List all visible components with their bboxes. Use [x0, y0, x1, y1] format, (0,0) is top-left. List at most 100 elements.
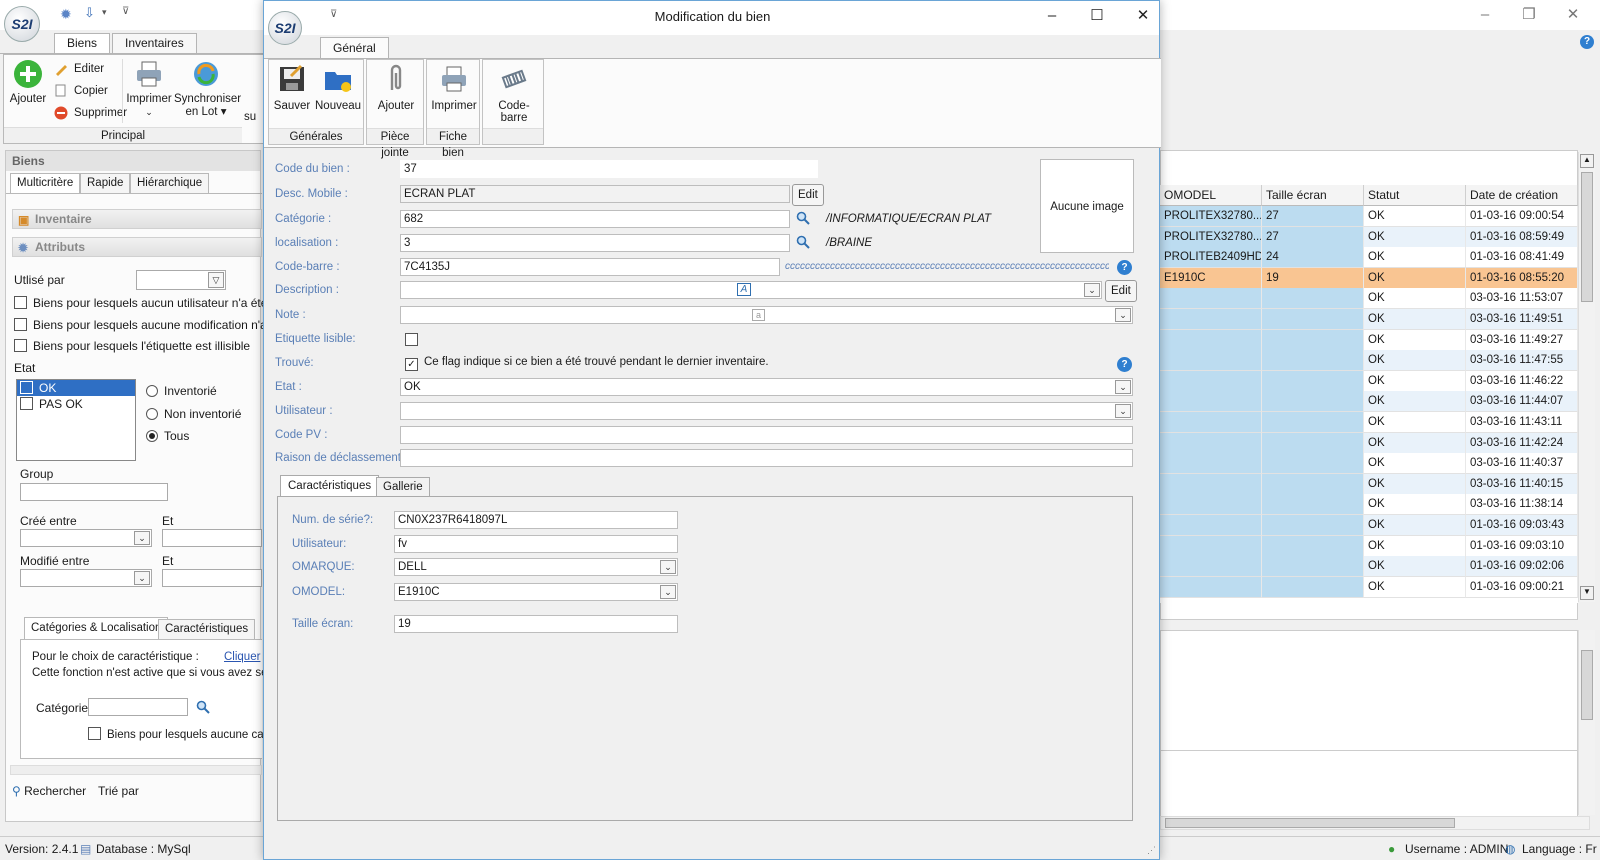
radio-inventorie[interactable]: Inventorié — [146, 384, 217, 398]
tab-caracteristiques[interactable]: Caractéristiques — [280, 475, 380, 497]
tab-biens[interactable]: Biens — [54, 33, 111, 53]
main-close-icon[interactable]: ✕ — [1558, 4, 1588, 26]
trouve-help-icon[interactable]: ? — [1117, 357, 1132, 372]
code-barre-field[interactable]: 7C4135J — [400, 258, 780, 276]
categorie-search-icon[interactable] — [796, 211, 810, 225]
app-logo[interactable]: S2I — [4, 6, 40, 42]
tab-gallerie[interactable]: Gallerie — [376, 477, 430, 497]
serie-field[interactable]: CN0X237R6418097L — [394, 511, 678, 529]
cliquer-link[interactable]: Cliquer — [224, 651, 260, 663]
note-field[interactable]: a ⌄ — [400, 306, 1133, 324]
check-aucune-categorie[interactable]: Biens pour lesquels aucune catég — [88, 727, 280, 741]
desc-mobile-edit-button[interactable]: Edit — [792, 184, 824, 206]
main-restore-icon[interactable]: ❐ — [1514, 4, 1544, 26]
radio-non-inventorie[interactable]: Non inventorié — [146, 407, 241, 421]
description-field[interactable]: A ⌄ — [400, 281, 1102, 299]
main-minimize-icon[interactable]: – — [1470, 4, 1500, 26]
marque-select[interactable]: DELL ⌄ — [394, 558, 678, 576]
table-row[interactable]: OK 01-03-16 09:02:06 — [1160, 556, 1578, 578]
trouve-checkbox[interactable]: ✓ Ce flag indique si ce bien a été trouvé… — [405, 356, 769, 371]
attach-button[interactable]: Ajouter — [373, 64, 419, 112]
code-field[interactable]: 37 — [400, 160, 818, 178]
import-icon[interactable]: ⇩ — [84, 5, 95, 21]
localisation-search-icon[interactable] — [796, 235, 810, 249]
modifie-date-from[interactable]: ⌄ — [20, 569, 152, 587]
copy-button[interactable]: Copier — [54, 81, 108, 101]
grid-vertical-scrollbar[interactable]: ▲ ▼ — [1578, 152, 1595, 602]
section-inventaire[interactable]: ▣ Inventaire — [12, 209, 262, 229]
categorie-field[interactable]: 682 — [400, 210, 790, 228]
check-no-user[interactable]: Biens pour lesquels aucun utilisateur n'… — [14, 296, 288, 310]
desc-mobile-field[interactable]: ECRAN PLAT — [400, 185, 790, 203]
table-row[interactable]: OK 01-03-16 09:03:10 — [1160, 535, 1578, 557]
radio-tous[interactable]: Tous — [146, 429, 189, 443]
edit-button[interactable]: Editer — [54, 59, 104, 79]
tab-rapide[interactable]: Rapide — [80, 173, 131, 193]
taille-field[interactable]: 19 — [394, 615, 678, 633]
table-row[interactable]: OK 03-03-16 11:53:07 — [1160, 288, 1578, 310]
table-row[interactable]: OK 03-03-16 11:42:24 — [1160, 432, 1578, 454]
table-row[interactable]: PROLITEX32780... 27 OK 01-03-16 08:59:49 — [1160, 226, 1578, 248]
new-button[interactable]: Nouveau — [315, 64, 361, 112]
barcode-help-icon[interactable]: ? — [1117, 260, 1132, 275]
check-illisible[interactable]: Biens pour lesquels l'étiquette est illi… — [14, 339, 250, 353]
cree-date-to[interactable] — [162, 529, 262, 547]
table-row[interactable]: OK 03-03-16 11:38:14 — [1160, 494, 1578, 516]
carac-utilisateur-field[interactable]: fv — [394, 535, 678, 553]
table-row[interactable]: PROLITEB2409HDS 24 OK 01-03-16 08:41:49 — [1160, 247, 1578, 269]
customize-qat-icon[interactable]: ⊽ — [122, 6, 129, 17]
dialog-maximize-icon[interactable]: ☐ — [1082, 5, 1112, 27]
table-row[interactable]: OK 03-03-16 11:43:11 — [1160, 412, 1578, 433]
delete-button[interactable]: Supprimer — [54, 103, 127, 123]
utilise-par-select[interactable]: ▽ — [136, 270, 226, 290]
table-row[interactable]: OK 03-03-16 11:40:15 — [1160, 473, 1578, 495]
note-text-icon[interactable]: a — [752, 309, 765, 321]
col-statut[interactable]: Statut — [1364, 185, 1466, 206]
tab-general[interactable]: Général — [320, 37, 389, 59]
tab-hierarchique[interactable]: Hiérarchique — [130, 173, 210, 193]
image-placeholder[interactable]: Aucune image — [1040, 159, 1134, 253]
col-taille-ecran[interactable]: Taille écran — [1262, 185, 1364, 206]
col-omodel[interactable]: OMODEL — [1160, 185, 1262, 206]
tab-inventaires[interactable]: Inventaires — [112, 33, 197, 53]
search-icon[interactable] — [196, 700, 210, 714]
settings-icon[interactable]: ✹ — [60, 6, 72, 23]
add-button[interactable]: Ajouter — [8, 59, 48, 106]
table-row[interactable]: OK 03-03-16 11:40:37 — [1160, 453, 1578, 475]
etat-item-ok[interactable]: OK — [17, 380, 135, 396]
barcode-button[interactable]: Code-barre — [485, 64, 543, 124]
dialog-minimize-icon[interactable]: – — [1037, 5, 1067, 27]
categorie-input[interactable] — [88, 698, 188, 716]
panel-scrollbar[interactable] — [10, 765, 262, 775]
tab-caracteristiques[interactable]: Caractéristiques — [158, 619, 256, 639]
group-input[interactable] — [20, 483, 168, 501]
rechercher-button[interactable]: ⚲ Rechercher — [12, 784, 86, 798]
save-button[interactable]: Sauver — [272, 64, 312, 112]
etat-list[interactable]: OK PAS OK — [16, 379, 136, 461]
rich-text-icon[interactable]: A — [737, 283, 751, 296]
trie-par-label[interactable]: Trié par — [98, 784, 139, 798]
table-row[interactable]: OK 03-03-16 11:47:55 — [1160, 350, 1578, 372]
print-button[interactable]: Imprimer ⌄ — [126, 59, 172, 119]
section-attributs[interactable]: ✹ Attributs — [12, 237, 262, 257]
table-row[interactable]: OK 01-03-16 09:03:43 — [1160, 515, 1578, 536]
help-icon[interactable]: ? — [1580, 35, 1594, 49]
qat-dropdown-icon[interactable]: ▾ — [102, 7, 107, 18]
model-select[interactable]: E1910C ⌄ — [394, 583, 678, 601]
etiquette-checkbox[interactable] — [405, 333, 424, 347]
cree-date-from[interactable]: ⌄ — [20, 529, 152, 547]
grid-horizontal-scrollbar[interactable] — [1160, 816, 1590, 830]
table-row[interactable]: OK 03-03-16 11:49:51 — [1160, 309, 1578, 330]
localisation-field[interactable]: 3 — [400, 234, 790, 252]
utilisateur-select[interactable]: ⌄ — [400, 402, 1133, 420]
resize-grip-icon[interactable]: ⋰ — [1147, 845, 1156, 856]
table-row[interactable]: PROLITEX32780... 27 OK 01-03-16 09:00:54 — [1160, 206, 1578, 227]
detail-vertical-scrollbar[interactable] — [1578, 630, 1595, 815]
table-row[interactable]: OK 03-03-16 11:44:07 — [1160, 391, 1578, 413]
raison-field[interactable] — [400, 449, 1133, 467]
etat-select[interactable]: OK ⌄ — [400, 378, 1133, 396]
etat-item-pas-ok[interactable]: PAS OK — [17, 396, 135, 412]
table-row[interactable]: OK 01-03-16 09:00:21 — [1160, 576, 1578, 598]
table-row[interactable]: OK 03-03-16 11:46:22 — [1160, 370, 1578, 392]
table-row[interactable]: E1910C 19 OK 01-03-16 08:55:20 — [1160, 267, 1578, 289]
